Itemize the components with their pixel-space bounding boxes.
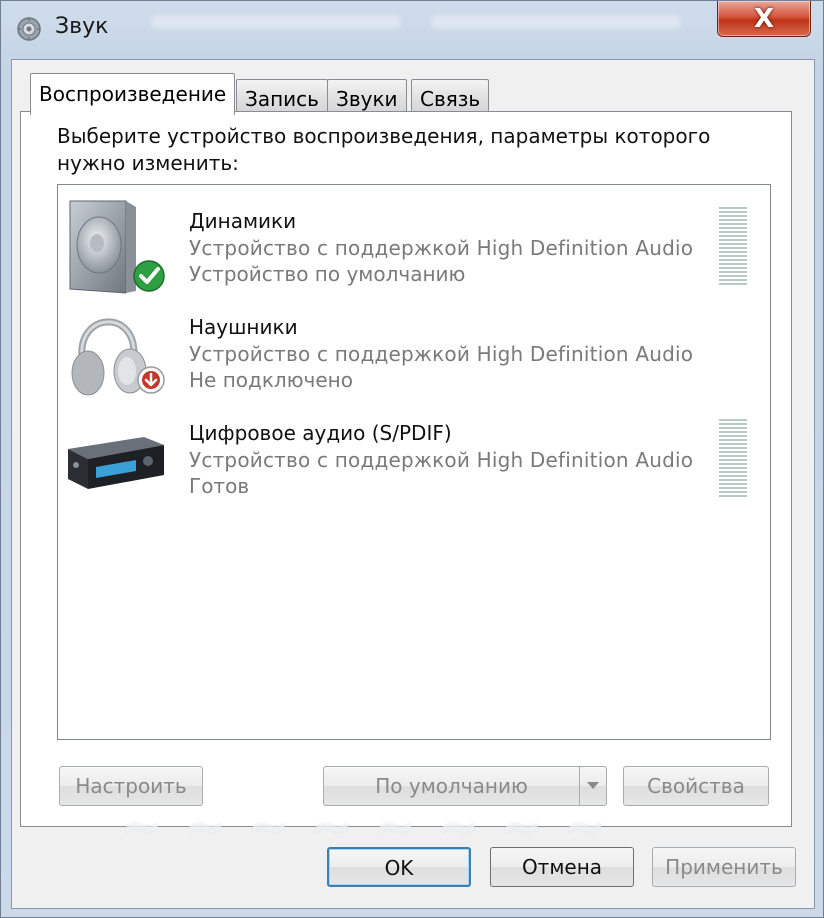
device-name: Динамики <box>189 209 297 233</box>
set-default-split-button[interactable]: По умолчанию <box>323 766 607 806</box>
window-title: Звук <box>55 14 109 39</box>
device-status: Готов <box>189 474 250 498</box>
default-check-icon <box>133 260 165 292</box>
device-row-speakers[interactable]: Динамики Устройство с поддержкой High De… <box>58 189 770 295</box>
level-meter <box>719 207 747 285</box>
tab-playback[interactable]: Воспроизведение <box>30 73 236 115</box>
chevron-down-icon <box>587 782 599 789</box>
digital-receiver-icon <box>68 437 164 489</box>
cancel-button[interactable]: Отмена <box>490 847 634 887</box>
device-list[interactable]: Динамики Устройство с поддержкой High De… <box>57 184 771 740</box>
title-bar-glass <box>151 15 401 29</box>
device-name: Цифровое аудио (S/PDIF) <box>189 421 452 445</box>
close-icon: X <box>753 3 775 34</box>
device-row-headphones[interactable]: Наушники Устройство с поддержкой High De… <box>58 295 770 401</box>
properties-button[interactable]: Свойства <box>623 766 769 806</box>
device-name: Наушники <box>189 315 298 339</box>
tab-recording[interactable]: Запись <box>236 79 328 115</box>
configure-button[interactable]: Настроить <box>59 766 203 806</box>
disconnected-arrow-icon <box>137 366 165 394</box>
title-bar[interactable]: Звук X <box>1 1 823 57</box>
apply-button[interactable]: Применить <box>652 847 796 887</box>
tab-communications[interactable]: Связь <box>411 79 490 115</box>
tab-sounds[interactable]: Звуки <box>327 79 407 115</box>
level-meter <box>719 419 747 497</box>
set-default-button[interactable]: По умолчанию <box>323 766 579 806</box>
device-description: Устройство с поддержкой High Definition … <box>189 448 694 472</box>
close-button[interactable]: X <box>717 1 811 37</box>
device-description: Устройство с поддержкой High Definition … <box>189 342 694 366</box>
sound-dialog-window: Звук X Воспроизведение Запись Звуки Связ… <box>0 0 824 918</box>
ok-button[interactable]: OK <box>327 847 471 887</box>
instruction-text: Выберите устройство воспроизведения, пар… <box>57 124 711 175</box>
device-status: Не подключено <box>189 368 353 392</box>
title-bar-glass <box>431 15 681 29</box>
device-row-digital-audio[interactable]: Цифровое аудио (S/PDIF) Устройство с под… <box>58 401 770 507</box>
set-default-dropdown[interactable] <box>579 766 607 806</box>
device-description: Устройство с поддержкой High Definition … <box>189 236 694 260</box>
device-status: Устройство по умолчанию <box>189 262 466 286</box>
sound-app-icon <box>17 17 41 41</box>
